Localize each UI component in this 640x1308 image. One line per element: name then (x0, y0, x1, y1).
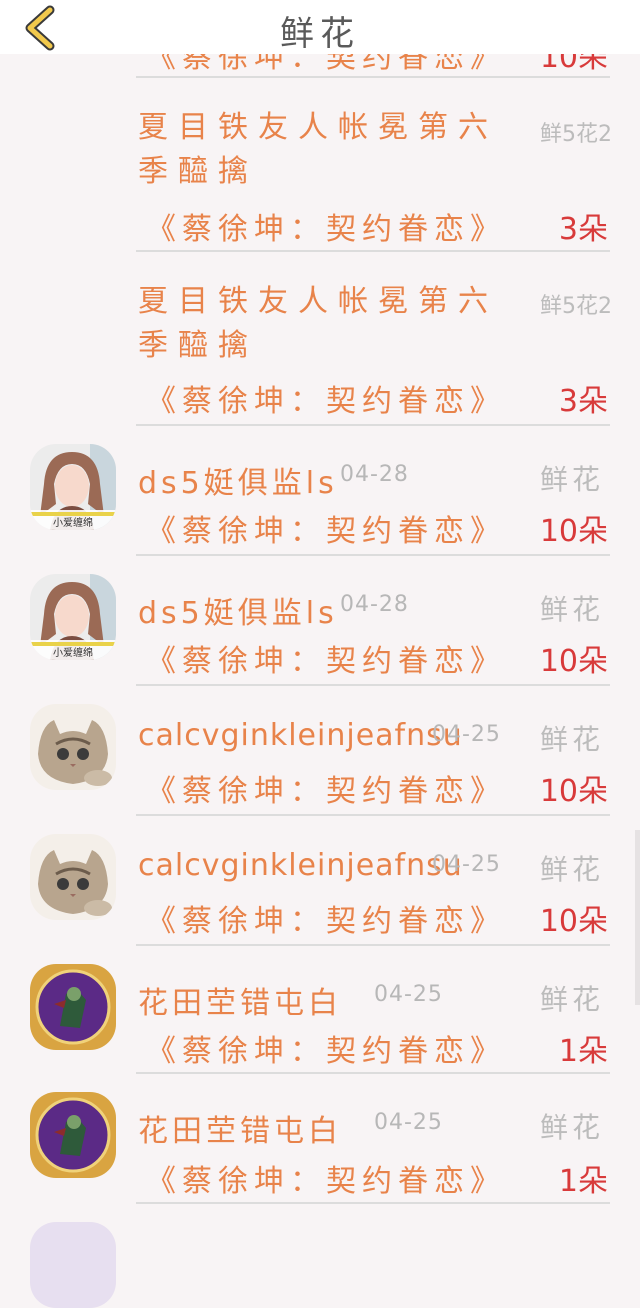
date: 04-25 (432, 852, 501, 877)
avatar[interactable] (30, 1222, 116, 1308)
date: 04-25 (432, 722, 501, 747)
flower-count: 3朵 (558, 212, 608, 247)
book-title: 《蔡徐坤：契约眷恋》 (146, 1164, 506, 1199)
gift-type: 鲜花 (540, 983, 605, 1016)
user-name: ds5娗俱监ls (138, 466, 338, 501)
flower-list: 《蔡徐坤：契约眷恋》 10朵 夏目铁友人帐冕第六季醯擒 鲜5花2 《蔡徐坤：契约… (0, 0, 640, 1308)
avatar[interactable] (30, 704, 116, 790)
book-title: 《蔡徐坤：契约眷恋》 (146, 212, 506, 247)
divider (136, 944, 610, 946)
date: 04-28 (340, 462, 409, 487)
flower-count: 1朵 (558, 1034, 608, 1069)
avatar[interactable] (30, 834, 116, 920)
avatar[interactable] (30, 964, 116, 1050)
divider (136, 814, 610, 816)
divider (136, 554, 610, 556)
flower-count: 1朵 (558, 1164, 608, 1199)
scrollbar[interactable] (635, 830, 640, 1005)
gift-type: 鲜花 (540, 1111, 605, 1144)
avatar-caption: 小爱缠绵 (53, 516, 93, 529)
book-title: 《蔡徐坤：契约眷恋》 (146, 904, 506, 939)
flower-count: 10朵 (539, 774, 608, 809)
book-title: 《蔡徐坤：契约眷恋》 (146, 384, 506, 419)
user-name: 花田茔错屯白 (138, 986, 342, 1021)
divider (136, 684, 610, 686)
book-title: 《蔡徐坤：契约眷恋》 (146, 774, 506, 809)
gift-type: 鲜花 (540, 723, 605, 756)
avatar-caption: 小爱缠绵 (53, 646, 93, 659)
date: 04-25 (374, 1110, 443, 1135)
flower-count: 10朵 (539, 514, 608, 549)
flower-count: 3朵 (558, 384, 608, 419)
user-name: 花田茔错屯白 (138, 1114, 342, 1149)
page-title: 鲜花 (280, 14, 360, 54)
divider (136, 250, 610, 252)
divider (136, 424, 610, 426)
avatar[interactable]: 小爱缠绵 (30, 574, 116, 660)
gift-type: 鲜花 (540, 463, 605, 496)
divider (136, 76, 610, 78)
user-name: calcvginkleinjeafnsu (138, 718, 463, 753)
date: 04-25 (374, 982, 443, 1007)
divider (136, 1072, 610, 1074)
avatar[interactable]: 小爱缠绵 (30, 444, 116, 530)
book-title: 《蔡徐坤：契约眷恋》 (146, 644, 506, 679)
gift-type: 鲜5花2 (540, 294, 612, 319)
avatar[interactable] (30, 1092, 116, 1178)
gift-type: 鲜花 (540, 593, 605, 626)
flower-count: 10朵 (539, 904, 608, 939)
top-bar: 鲜花 (0, 0, 640, 54)
gift-type: 鲜花 (540, 853, 605, 886)
book-title: 《蔡徐坤：契约眷恋》 (146, 514, 506, 549)
user-name: 夏目铁友人帐冕第六季醯擒 (138, 110, 498, 189)
divider (136, 1202, 610, 1204)
date: 04-28 (340, 592, 409, 617)
user-name: ds5娗俱监ls (138, 596, 338, 631)
user-name: 夏目铁友人帐冕第六季醯擒 (138, 284, 498, 363)
flower-count: 10朵 (539, 644, 608, 679)
book-title: 《蔡徐坤：契约眷恋》 (146, 1034, 506, 1069)
gift-type: 鲜5花2 (540, 122, 612, 147)
user-name: calcvginkleinjeafnsu (138, 848, 463, 883)
